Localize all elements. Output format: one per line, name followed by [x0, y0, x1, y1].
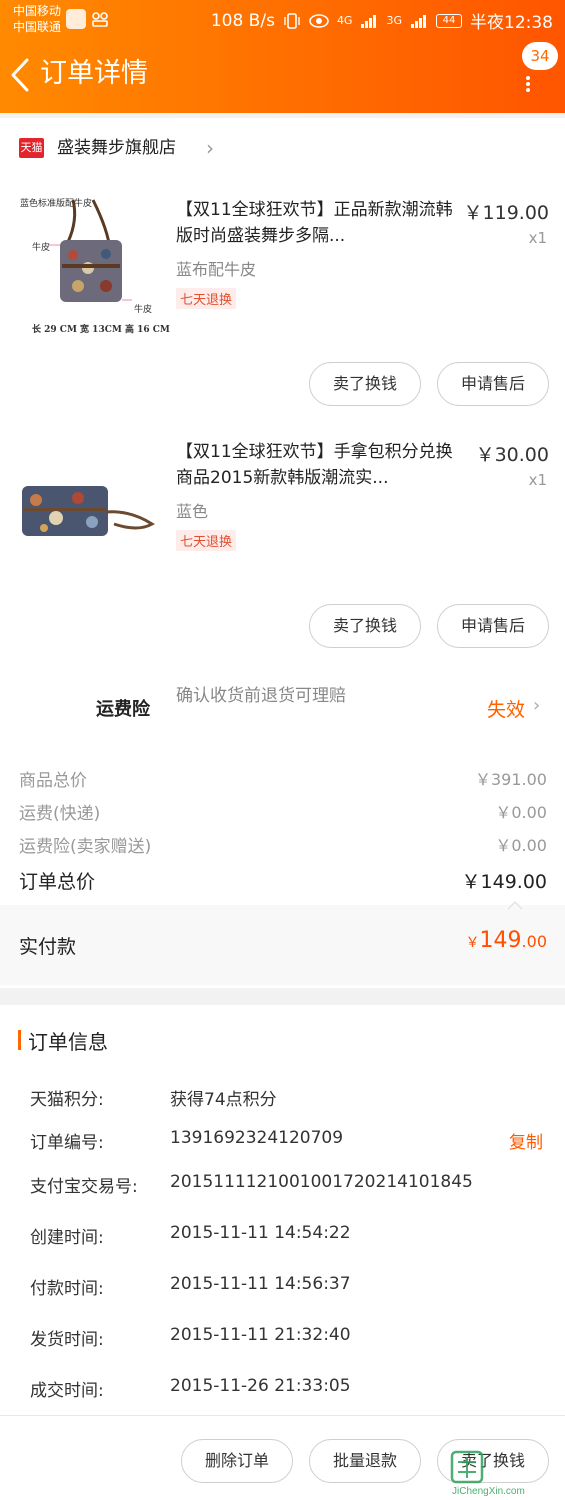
- info-value-paid: 2015-11-11 14:56:37: [170, 1274, 351, 1294]
- page-title: 订单详情: [40, 58, 148, 89]
- section-accent-bar: [18, 1030, 21, 1050]
- network-speed: 108 B/s: [210, 10, 275, 31]
- watermark-text: JiChengXin.com: [452, 1486, 525, 1497]
- shipping-fee-row: 运费(快递) ￥0.00: [19, 799, 547, 824]
- paid-amount-value: ￥149.00: [466, 928, 547, 953]
- product-price-1: ￥119.00: [463, 202, 549, 224]
- message-count-badge[interactable]: 34: [522, 42, 558, 70]
- order-total-value: ￥149.00: [461, 871, 547, 893]
- info-label-points: 天猫积分:: [30, 1090, 104, 1110]
- insurance-fee-row: 运费险(卖家赠送) ￥0.00: [19, 832, 547, 857]
- delete-order-button[interactable]: 删除订单: [181, 1439, 293, 1483]
- info-label-alipay-no: 支付宝交易号:: [30, 1177, 138, 1197]
- status-bar: 中国移动 中国联通 108 B/s 4G 3G 44 半夜12:38: [0, 0, 565, 40]
- order-info-title: 订单信息: [28, 1030, 108, 1054]
- clock: 半夜12:38: [470, 13, 553, 33]
- info-label-completed: 成交时间:: [30, 1381, 104, 1401]
- caret-up-icon: [507, 901, 523, 910]
- network-type-1: 4G: [336, 14, 353, 27]
- sell-for-cash-button-2[interactable]: 卖了换钱: [309, 604, 421, 648]
- info-value-order-no: 1391692324120709: [170, 1128, 344, 1148]
- insurance-fee-value: ￥0.00: [495, 836, 547, 855]
- chevron-right-icon: ›: [206, 136, 214, 160]
- goods-total-label: 商品总价: [19, 771, 87, 791]
- thumb-caption-right: 牛皮: [134, 305, 153, 315]
- product-thumbnail-2[interactable]: [18, 440, 158, 590]
- signal-icon-2: [411, 14, 426, 28]
- store-row[interactable]: 天猫 盛装舞步旗舰店 ›: [0, 118, 565, 178]
- return-policy-tag-1: 七天退换: [176, 288, 237, 309]
- copy-order-no-button[interactable]: 复制: [509, 1128, 543, 1153]
- shipping-insurance-label: 运费险: [96, 699, 150, 720]
- product-qty-2: x1: [528, 471, 547, 489]
- signal-icon-1: [361, 14, 377, 28]
- battery-icon: 44: [436, 13, 462, 28]
- info-value-created: 2015-11-11 14:54:22: [170, 1223, 351, 1243]
- info-label-shipped: 发货时间:: [30, 1330, 104, 1350]
- back-arrow-icon[interactable]: [10, 57, 30, 93]
- info-label-paid: 付款时间:: [30, 1279, 104, 1299]
- shipping-fee-value: ￥0.00: [495, 803, 547, 822]
- thumb-caption-bottom: 长 29 CM 宽 13CM 高 16 CM: [32, 325, 170, 335]
- chevron-right-icon[interactable]: ›: [533, 695, 540, 716]
- shipping-insurance-desc: 确认收货前退货可理赔: [176, 686, 346, 706]
- product-title-2[interactable]: 【双11全球狂欢节】手拿包积分兑换商品2015新款韩版潮流实...: [176, 439, 454, 491]
- store-name[interactable]: 盛装舞步旗舰店: [57, 136, 176, 160]
- after-sales-button-1[interactable]: 申请售后: [437, 362, 549, 406]
- carrier-2: 中国联通: [13, 20, 62, 34]
- product-sku-2: 蓝色: [176, 502, 209, 521]
- product-thumbnail-1[interactable]: 蓝色标准版配牛皮 牛皮 牛皮 长 29 CM 宽 13CM 高 16 CM: [18, 190, 170, 340]
- status-right: 108 B/s 4G 3G 44 半夜12:38: [210, 8, 553, 34]
- paid-currency: ￥: [465, 935, 480, 951]
- carrier-1: 中国移动: [13, 4, 62, 18]
- goods-total-row: 商品总价 ￥391.00: [19, 766, 547, 791]
- shipping-insurance-status[interactable]: 失效: [487, 695, 525, 722]
- product-sku-1: 蓝布配牛皮: [176, 260, 257, 279]
- eye-icon: [309, 13, 329, 28]
- app-header: 中国移动 中国联通 108 B/s 4G 3G 44 半夜12:38 订单详情 …: [0, 0, 565, 113]
- product-price-2: ￥30.00: [475, 444, 549, 466]
- clutch-bag-image: [22, 486, 155, 536]
- thumb-caption-left: 牛皮: [32, 243, 51, 253]
- app-notification-icon: [92, 12, 108, 27]
- info-value-completed: 2015-11-26 21:33:05: [170, 1376, 351, 1396]
- thumb-caption-top: 蓝色标准版配牛皮: [20, 199, 93, 209]
- order-total-row: 订单总价 ￥149.00: [19, 867, 547, 894]
- product-qty-1: x1: [528, 229, 547, 247]
- order-total-label: 订单总价: [19, 871, 96, 893]
- carrier-info: 中国移动 中国联通: [13, 3, 61, 35]
- network-type-2: 3G: [386, 14, 402, 27]
- crossbody-bag-image: [48, 199, 132, 302]
- paid-amount-label: 实付款: [19, 936, 77, 958]
- insurance-fee-label: 运费险(卖家赠送): [19, 837, 152, 857]
- goods-total-value: ￥391.00: [475, 770, 547, 789]
- vibrate-icon: [284, 12, 300, 29]
- product-title-1[interactable]: 【双11全球狂欢节】正品新款潮流韩版时尚盛装舞步多隔...: [176, 197, 454, 249]
- info-value-points: 获得74点积分: [170, 1090, 277, 1110]
- shipping-fee-label: 运费(快递): [19, 804, 101, 824]
- info-value-alipay-no: 2015111121001001720214101845: [170, 1172, 473, 1192]
- return-policy-tag-2: 七天退换: [176, 530, 237, 551]
- after-sales-button-2[interactable]: 申请售后: [437, 604, 549, 648]
- info-label-order-no: 订单编号:: [30, 1133, 104, 1153]
- more-menu-icon[interactable]: [524, 74, 532, 94]
- order-info-card: [0, 1005, 565, 1415]
- paid-integer: 149: [479, 928, 522, 953]
- sell-for-cash-button-1[interactable]: 卖了换钱: [309, 362, 421, 406]
- info-label-created: 创建时间:: [30, 1228, 104, 1248]
- paid-decimal: .00: [521, 932, 547, 951]
- info-value-shipped: 2015-11-11 21:32:40: [170, 1325, 351, 1345]
- site-watermark: JiChengXin.com: [450, 1448, 565, 1500]
- batch-refund-button[interactable]: 批量退款: [309, 1439, 421, 1483]
- tmall-logo: 天猫: [19, 138, 44, 158]
- shield-icon: [66, 9, 86, 29]
